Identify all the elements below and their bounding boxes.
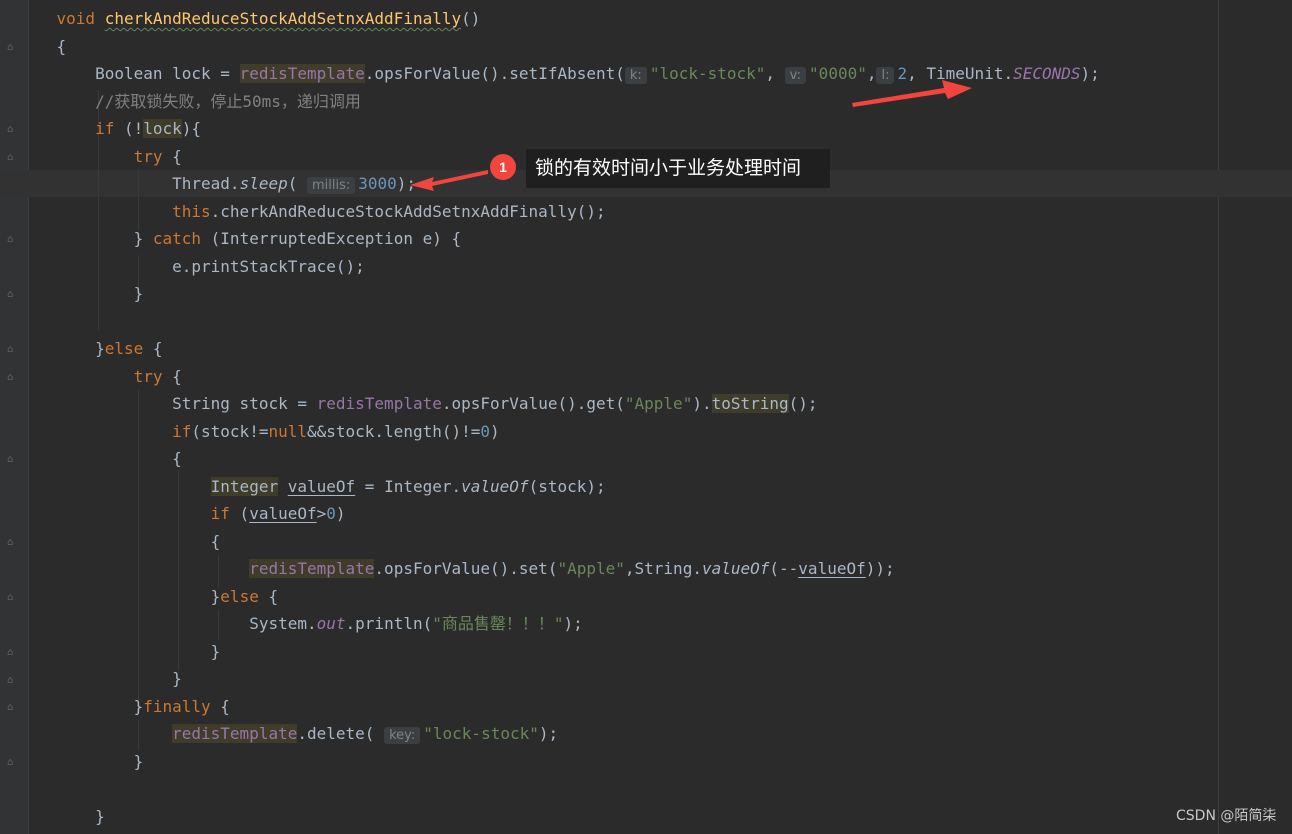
annotation-callout: 锁的有效时间小于业务处理时间 [526, 149, 830, 188]
annotation-badge: 1 [490, 154, 516, 180]
arrow-to-sleep [410, 170, 488, 191]
annotation-arrows [410, 80, 972, 191]
watermark: CSDN @陌简柒 [1176, 808, 1277, 824]
arrow-to-timeout [852, 80, 972, 107]
